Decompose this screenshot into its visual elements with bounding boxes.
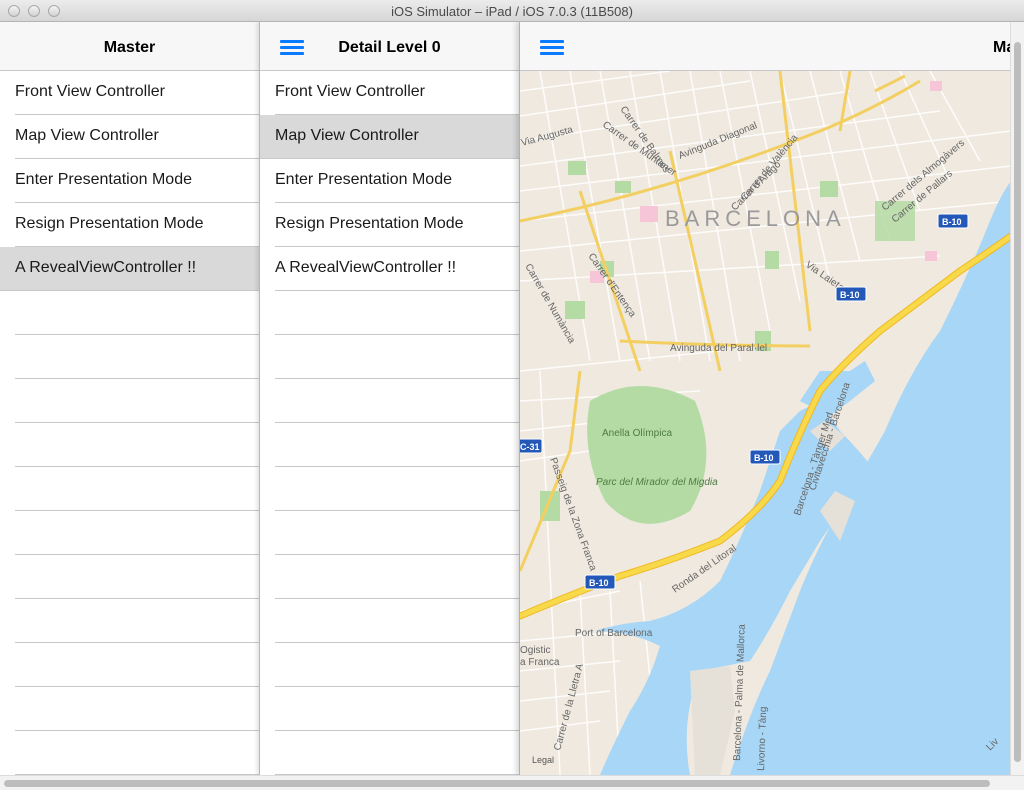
detail-empty-row [260, 731, 519, 775]
row-label: Front View Controller [15, 83, 165, 100]
master-empty-row [0, 423, 259, 467]
detail-panel: Detail Level 0 Front View Controller Map… [259, 22, 519, 775]
row-label: Enter Presentation Mode [15, 171, 192, 188]
front-title: Ma [993, 39, 1010, 56]
front-nav-bar: Ma [520, 22, 1010, 71]
master-panel: Master Front View Controller Map View Co… [0, 22, 259, 775]
master-row-resign-presentation-mode[interactable]: Resign Presentation Mode [0, 203, 259, 247]
map-legal-link[interactable]: Legal [532, 755, 554, 765]
master-empty-row [0, 599, 259, 643]
horizontal-scroll-thumb[interactable] [4, 780, 990, 787]
detail-empty-row [260, 291, 519, 335]
detail-nav-bar: Detail Level 0 [260, 22, 519, 71]
map-label: Port of Barcelona [575, 628, 653, 639]
row-label: Enter Presentation Mode [275, 171, 452, 188]
map-label: B-10 [754, 453, 774, 463]
map-label: a Franca [520, 657, 560, 668]
road-shield: C-31 [520, 438, 543, 454]
detail-empty-row [260, 643, 519, 687]
map-city-label: BARCELONA [665, 206, 846, 231]
detail-table: Front View Controller Map View Controlle… [260, 71, 519, 775]
master-row-front-view-controller[interactable]: Front View Controller [0, 71, 259, 115]
row-label: Resign Presentation Mode [275, 215, 464, 232]
row-label: Resign Presentation Mode [15, 215, 204, 232]
ipad-screen: Master Front View Controller Map View Co… [0, 22, 1010, 775]
detail-empty-row [260, 379, 519, 423]
detail-empty-row [260, 511, 519, 555]
master-row-reveal-view-controller[interactable]: A RevealViewController !! [0, 247, 259, 291]
detail-empty-row [260, 335, 519, 379]
map-label: Anella Olímpica [602, 428, 672, 439]
road-shield: B-10 [584, 574, 616, 590]
detail-empty-row [260, 467, 519, 511]
master-empty-row [0, 731, 259, 775]
row-label: Front View Controller [275, 83, 425, 100]
map-label: Ogistic [520, 645, 551, 656]
vertical-scroll-thumb[interactable] [1014, 42, 1021, 762]
master-empty-row [0, 687, 259, 731]
detail-title: Detail Level 0 [338, 39, 441, 56]
master-nav-bar: Master [0, 22, 259, 71]
road-shield: B-10 [749, 449, 781, 465]
front-panel: Ma [519, 22, 1010, 775]
map-label: B-10 [589, 578, 609, 588]
map-label: Parc del Mirador del Migdia [596, 477, 718, 488]
detail-empty-row [260, 555, 519, 599]
master-empty-row [0, 511, 259, 555]
horizontal-scrollbar[interactable] [0, 775, 1024, 790]
map-label: Avinguda del Paral·lel [670, 343, 767, 354]
master-empty-row [0, 467, 259, 511]
master-empty-row [0, 555, 259, 599]
detail-empty-row [260, 687, 519, 731]
simulator-title-bar: iOS Simulator – iPad / iOS 7.0.3 (11B508… [0, 0, 1024, 22]
map-label: B-10 [840, 290, 860, 300]
road-shield: B-10 [835, 286, 867, 302]
detail-row-map-view-controller[interactable]: Map View Controller [260, 115, 519, 159]
road-shield: B-10 [937, 213, 969, 229]
row-label: Map View Controller [15, 127, 159, 144]
window-title: iOS Simulator – iPad / iOS 7.0.3 (11B508… [391, 4, 633, 19]
master-empty-row [0, 291, 259, 335]
map-label: C-31 [520, 442, 540, 452]
map-view[interactable]: BARCELONA Via Augusta Carrer de Balmes A… [520, 71, 1010, 775]
detail-row-reveal-view-controller[interactable]: A RevealViewController !! [260, 247, 519, 291]
row-label: A RevealViewController !! [15, 259, 197, 276]
master-empty-row [0, 335, 259, 379]
master-row-map-view-controller[interactable]: Map View Controller [0, 115, 259, 159]
menu-icon[interactable] [540, 40, 564, 57]
detail-empty-row [260, 423, 519, 467]
map-label: Livorno - Tàng [756, 706, 769, 771]
detail-row-resign-presentation-mode[interactable]: Resign Presentation Mode [260, 203, 519, 247]
master-empty-row [0, 379, 259, 423]
master-table: Front View Controller Map View Controlle… [0, 71, 259, 775]
map-label: B-10 [942, 217, 962, 227]
detail-empty-row [260, 599, 519, 643]
master-row-enter-presentation-mode[interactable]: Enter Presentation Mode [0, 159, 259, 203]
detail-row-front-view-controller[interactable]: Front View Controller [260, 71, 519, 115]
vertical-scrollbar[interactable] [1010, 22, 1024, 775]
master-title: Master [103, 39, 156, 56]
master-empty-row [0, 643, 259, 687]
row-label: Map View Controller [275, 127, 419, 144]
detail-row-enter-presentation-mode[interactable]: Enter Presentation Mode [260, 159, 519, 203]
row-label: A RevealViewController !! [275, 259, 457, 276]
